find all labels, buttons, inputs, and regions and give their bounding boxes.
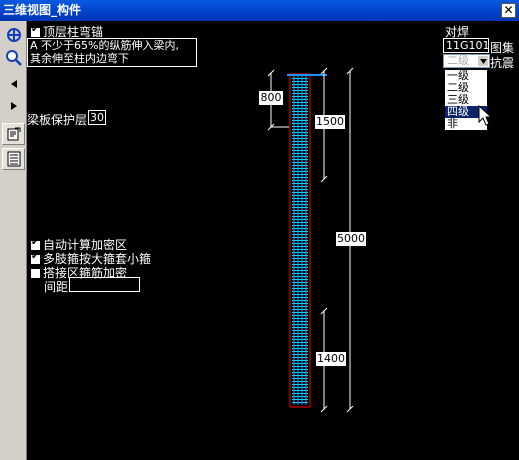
- title-bar: 三维视图_构件: [0, 0, 519, 21]
- window-title: 三维视图_构件: [3, 3, 82, 17]
- render-canvas[interactable]: 顶层柱弯锚 A 不少于65%的纵筋伸入梁内, 其余伸至柱内边弯下 梁板保护层 3…: [27, 21, 519, 460]
- rotate-3d-icon[interactable]: [2, 24, 25, 46]
- close-icon: ✕: [503, 3, 514, 17]
- dim-bottom-dense: 1400: [316, 352, 346, 366]
- zoom-icon[interactable]: [2, 47, 25, 69]
- arrow-left-icon[interactable]: [2, 73, 25, 95]
- close-button[interactable]: ✕: [501, 3, 516, 18]
- left-toolbar: [0, 21, 27, 460]
- dim-top-offset: 800: [259, 91, 283, 105]
- column-3d-drawing: [267, 67, 354, 413]
- arrow-right-icon[interactable]: [2, 95, 25, 117]
- edit-properties-icon[interactable]: [2, 123, 25, 145]
- dim-top-dense: 1500: [315, 115, 345, 129]
- table-list-icon[interactable]: [2, 148, 25, 170]
- dim-total: 5000: [336, 232, 366, 246]
